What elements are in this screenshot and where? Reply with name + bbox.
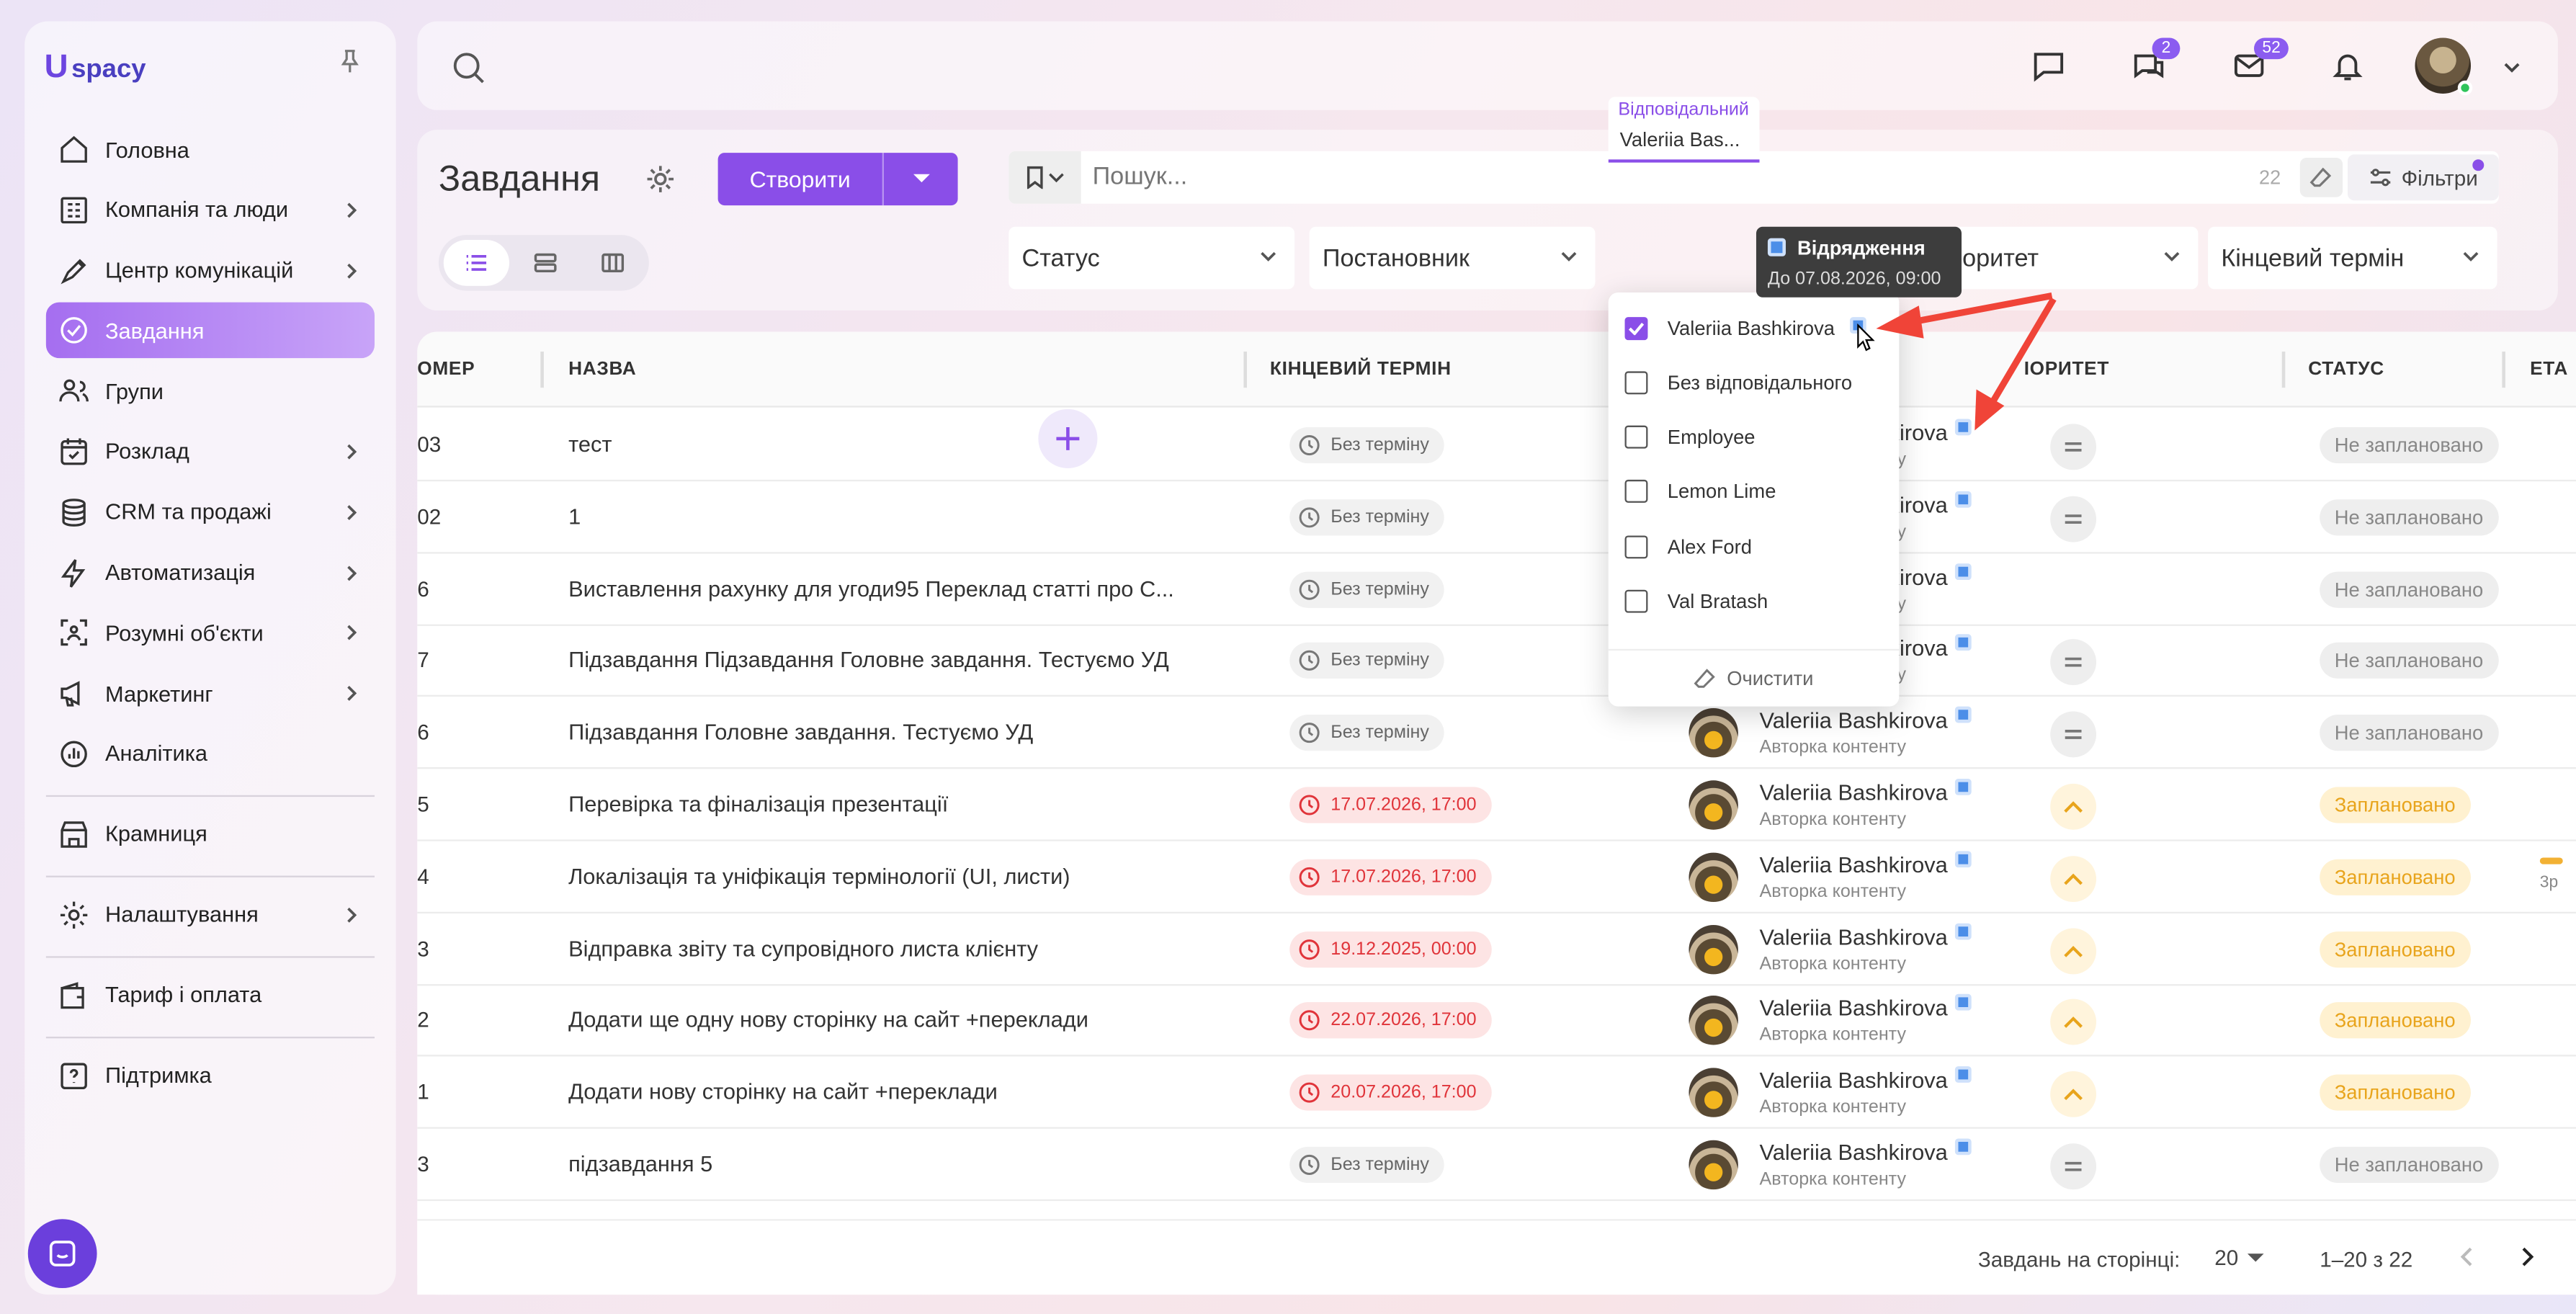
annotation-arrows (1876, 292, 2057, 431)
annotation-arrow (1876, 292, 2057, 431)
